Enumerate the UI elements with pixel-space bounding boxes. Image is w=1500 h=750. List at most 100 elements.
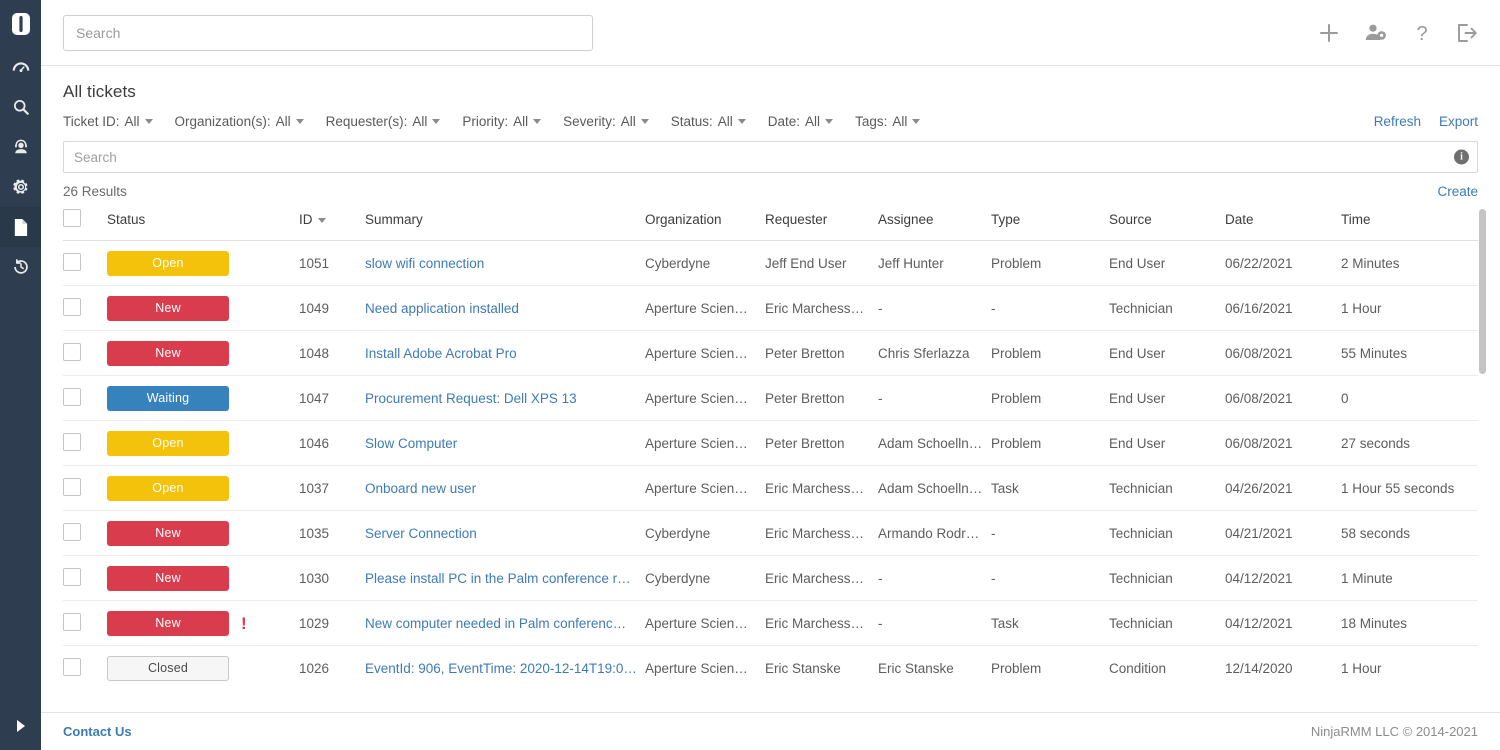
summary-link[interactable]: Install Adobe Acrobat Pro xyxy=(365,346,645,361)
source-cell: Technician xyxy=(1109,556,1225,601)
filter-requesters[interactable]: Requester(s): All xyxy=(326,114,441,129)
sidebar-item-dashboard[interactable] xyxy=(0,47,41,87)
col-requester[interactable]: Requester xyxy=(765,209,878,241)
summary-link[interactable]: Procurement Request: Dell XPS 13 xyxy=(365,391,645,406)
create-link[interactable]: Create xyxy=(1437,184,1478,199)
sidebar-item-settings[interactable] xyxy=(0,167,41,207)
table-row[interactable]: New1030Please install PC in the Palm con… xyxy=(63,556,1478,601)
summary-link[interactable]: Onboard new user xyxy=(365,481,645,496)
col-assignee[interactable]: Assignee xyxy=(878,209,991,241)
export-link[interactable]: Export xyxy=(1439,114,1478,129)
status-badge[interactable]: New xyxy=(107,341,229,366)
sidebar-item-support[interactable] xyxy=(0,127,41,167)
type-cell-text: Task xyxy=(991,616,1109,631)
table-row[interactable]: New1035Server ConnectionCyberdyneEric Ma… xyxy=(63,511,1478,556)
ninja-logo-icon[interactable] xyxy=(0,0,41,47)
col-source[interactable]: Source xyxy=(1109,209,1225,241)
col-time[interactable]: Time xyxy=(1341,209,1478,241)
refresh-link[interactable]: Refresh xyxy=(1374,114,1421,129)
organization-cell: Aperture Scien… xyxy=(645,466,765,511)
col-date[interactable]: Date xyxy=(1225,209,1341,241)
filter-tags-value: All xyxy=(892,114,907,129)
global-search-input[interactable] xyxy=(63,15,593,51)
source-cell: End User xyxy=(1109,421,1225,466)
summary-link[interactable]: Need application installed xyxy=(365,301,645,316)
col-id[interactable]: ID xyxy=(299,209,365,241)
organization-cell-text: Cyberdyne xyxy=(645,526,765,541)
filter-status[interactable]: Status: All xyxy=(671,114,746,129)
col-status[interactable]: Status xyxy=(107,209,299,241)
row-checkbox[interactable] xyxy=(63,613,81,631)
filter-priority[interactable]: Priority: All xyxy=(462,114,541,129)
summary-link[interactable]: slow wifi connection xyxy=(365,256,645,271)
col-organization[interactable]: Organization xyxy=(645,209,765,241)
table-row[interactable]: New1048Install Adobe Acrobat ProAperture… xyxy=(63,331,1478,376)
table-row[interactable]: Open1051slow wifi connectionCyberdyneJef… xyxy=(63,241,1478,286)
status-badge[interactable]: New xyxy=(107,521,229,546)
status-cell: New xyxy=(107,556,299,601)
row-checkbox[interactable] xyxy=(63,658,81,676)
sidebar-item-activity[interactable] xyxy=(0,247,41,287)
filter-ticket-id[interactable]: Ticket ID: All xyxy=(63,114,153,129)
help-icon[interactable]: ? xyxy=(1412,22,1432,44)
row-checkbox[interactable] xyxy=(63,253,81,271)
summary-link[interactable]: Server Connection xyxy=(365,526,645,541)
row-checkbox[interactable] xyxy=(63,433,81,451)
row-select-cell xyxy=(63,601,107,646)
status-cell: Open xyxy=(107,241,299,286)
table-row[interactable]: New!1029New computer needed in Palm conf… xyxy=(63,601,1478,646)
row-checkbox[interactable] xyxy=(63,568,81,586)
source-cell: Technician xyxy=(1109,601,1225,646)
status-badge[interactable]: Open xyxy=(107,431,229,456)
sidebar-item-search[interactable] xyxy=(0,87,41,127)
filter-date[interactable]: Date: All xyxy=(768,114,833,129)
filter-tags[interactable]: Tags: All xyxy=(855,114,920,129)
row-checkbox[interactable] xyxy=(63,523,81,541)
organization-cell: Aperture Scien… xyxy=(645,286,765,331)
status-cell: Open xyxy=(107,421,299,466)
filter-severity[interactable]: Severity: All xyxy=(563,114,649,129)
status-badge[interactable]: Waiting xyxy=(107,386,229,411)
date-cell: 04/26/2021 xyxy=(1225,466,1341,511)
table-row[interactable]: Open1046Slow ComputerAperture Scien…Pete… xyxy=(63,421,1478,466)
info-icon[interactable]: i xyxy=(1454,150,1469,165)
summary-link[interactable]: Slow Computer xyxy=(365,436,645,451)
date-cell: 06/08/2021 xyxy=(1225,421,1341,466)
row-checkbox[interactable] xyxy=(63,478,81,496)
source-cell-text: End User xyxy=(1109,346,1225,361)
row-checkbox[interactable] xyxy=(63,343,81,361)
requester-cell-text: Peter Bretton xyxy=(765,436,878,451)
source-cell-text: Technician xyxy=(1109,571,1225,586)
table-row[interactable]: Closed1026EventId: 906, EventTime: 2020-… xyxy=(63,646,1478,691)
filter-organizations[interactable]: Organization(s): All xyxy=(175,114,304,129)
assignee-cell: Armando Rodr… xyxy=(878,511,991,556)
sidebar-expand-button[interactable] xyxy=(0,719,41,738)
status-badge[interactable]: Open xyxy=(107,476,229,501)
status-badge[interactable]: Closed xyxy=(107,656,229,681)
assignee-cell: - xyxy=(878,376,991,421)
table-row[interactable]: Open1037Onboard new userAperture Scien…E… xyxy=(63,466,1478,511)
status-badge[interactable]: New xyxy=(107,566,229,591)
col-type[interactable]: Type xyxy=(991,209,1109,241)
select-all-checkbox[interactable] xyxy=(63,209,81,227)
summary-link[interactable]: New computer needed in Palm conferenc… xyxy=(365,616,645,631)
logout-icon[interactable] xyxy=(1456,23,1478,43)
col-summary[interactable]: Summary xyxy=(365,209,645,241)
add-icon[interactable] xyxy=(1318,22,1340,44)
sidebar-item-tickets[interactable] xyxy=(0,207,41,247)
summary-link[interactable]: Please install PC in the Palm conference… xyxy=(365,571,645,586)
table-scrollbar-thumb[interactable] xyxy=(1479,209,1486,374)
row-checkbox[interactable] xyxy=(63,298,81,316)
table-scrollbar[interactable] xyxy=(1479,209,1486,664)
table-row[interactable]: Waiting1047Procurement Request: Dell XPS… xyxy=(63,376,1478,421)
table-row[interactable]: New1049Need application installedApertur… xyxy=(63,286,1478,331)
contact-us-link[interactable]: Contact Us xyxy=(63,724,132,739)
user-settings-icon[interactable] xyxy=(1364,22,1388,44)
table-search-input[interactable] xyxy=(63,141,1478,173)
row-checkbox[interactable] xyxy=(63,388,81,406)
id-cell: 1046 xyxy=(299,421,365,466)
status-badge[interactable]: New xyxy=(107,296,229,321)
status-badge[interactable]: Open xyxy=(107,251,229,276)
status-badge[interactable]: New xyxy=(107,611,229,636)
summary-link[interactable]: EventId: 906, EventTime: 2020-12-14T19:0… xyxy=(365,661,645,676)
